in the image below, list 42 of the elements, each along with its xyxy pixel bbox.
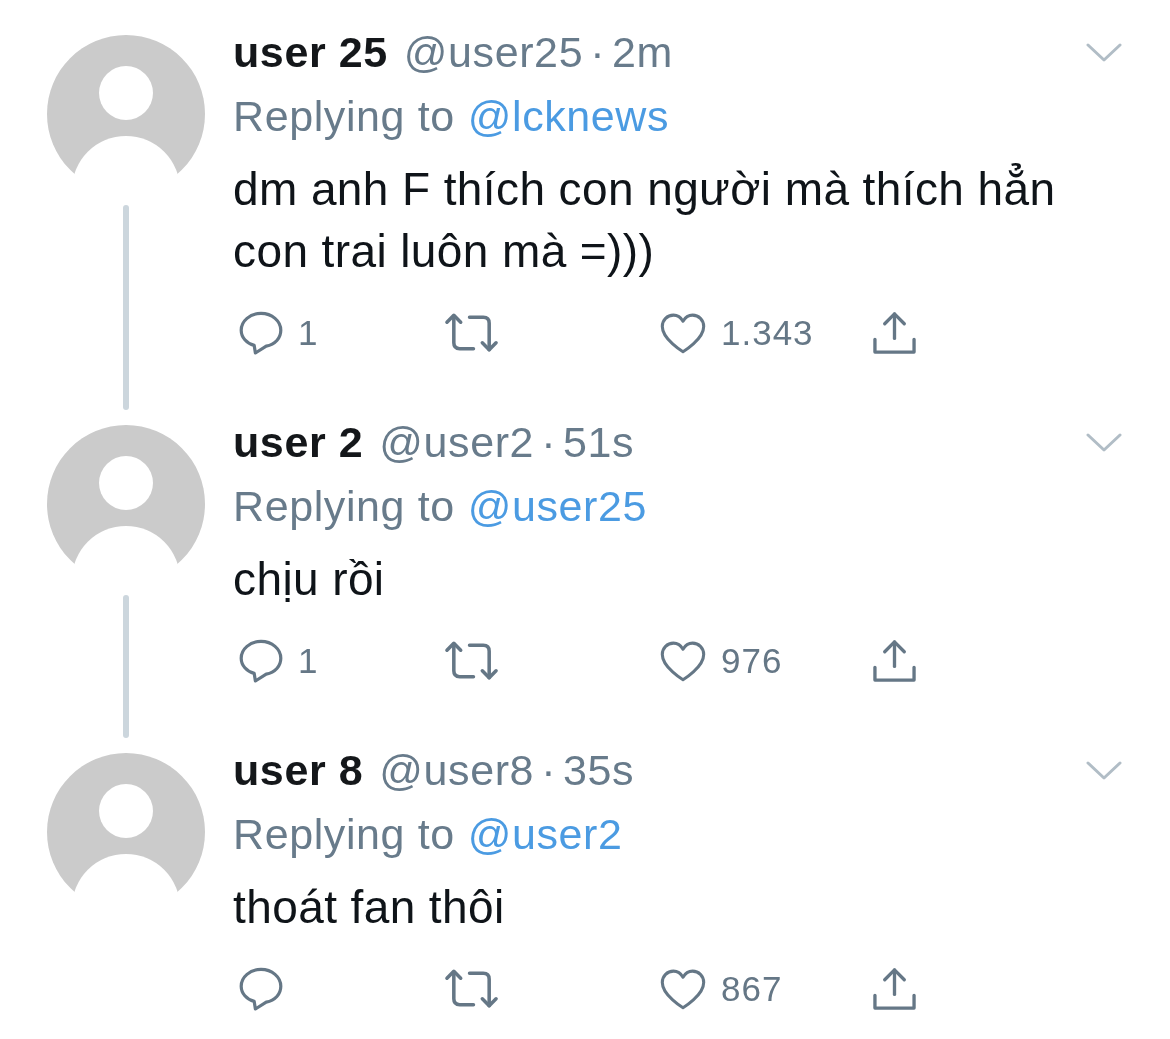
avatar-icon [47, 425, 205, 565]
replying-to-label: Replying to [233, 812, 455, 856]
reply-button[interactable] [239, 966, 283, 1012]
separator-dot: · [541, 748, 557, 792]
user-handle: @user2 [379, 420, 535, 464]
like-button[interactable]: 976 [660, 638, 783, 684]
display-name: user 8 [233, 748, 364, 792]
reply-button[interactable]: 1 [239, 638, 319, 684]
share-icon [871, 639, 918, 683]
heart-icon [660, 311, 706, 355]
replying-to-label: Replying to [233, 94, 455, 138]
user-handle: @user25 [403, 30, 584, 74]
heart-icon [660, 639, 706, 683]
separator-dot: · [541, 420, 557, 464]
timestamp: 2m [612, 30, 673, 74]
heart-icon [660, 967, 706, 1011]
speech-bubble-icon [239, 311, 283, 355]
mention-link[interactable]: @user25 [467, 484, 648, 528]
avatar-icon [47, 35, 205, 175]
user-handle: @user8 [379, 748, 535, 792]
replying-to-label: Replying to [233, 484, 455, 528]
speech-bubble-icon [239, 639, 283, 683]
avatar-icon [47, 753, 205, 893]
share-icon [871, 311, 918, 355]
display-name: user 2 [233, 420, 364, 464]
share-button[interactable] [871, 638, 918, 684]
timestamp: 35s [563, 748, 635, 792]
tweet-text: chịu rồi [233, 552, 386, 607]
reply-button[interactable]: 1 [239, 310, 319, 356]
share-button[interactable] [871, 966, 918, 1012]
share-button[interactable] [871, 310, 918, 356]
timestamp: 51s [563, 420, 635, 464]
separator-dot: · [590, 30, 606, 74]
speech-bubble-icon [239, 967, 283, 1011]
share-icon [871, 967, 918, 1011]
like-button[interactable]: 1.343 [660, 310, 814, 356]
tweet-text: dm anh F thích con người mà thích hẳn con trai luôn mà =))) [233, 162, 1057, 279]
like-button[interactable]: 867 [660, 966, 783, 1012]
tweet-text: thoát fan thôi [233, 880, 506, 935]
mention-link[interactable]: @lcknews [467, 94, 670, 138]
mention-link[interactable]: @user2 [467, 812, 623, 856]
display-name: user 25 [233, 30, 388, 74]
